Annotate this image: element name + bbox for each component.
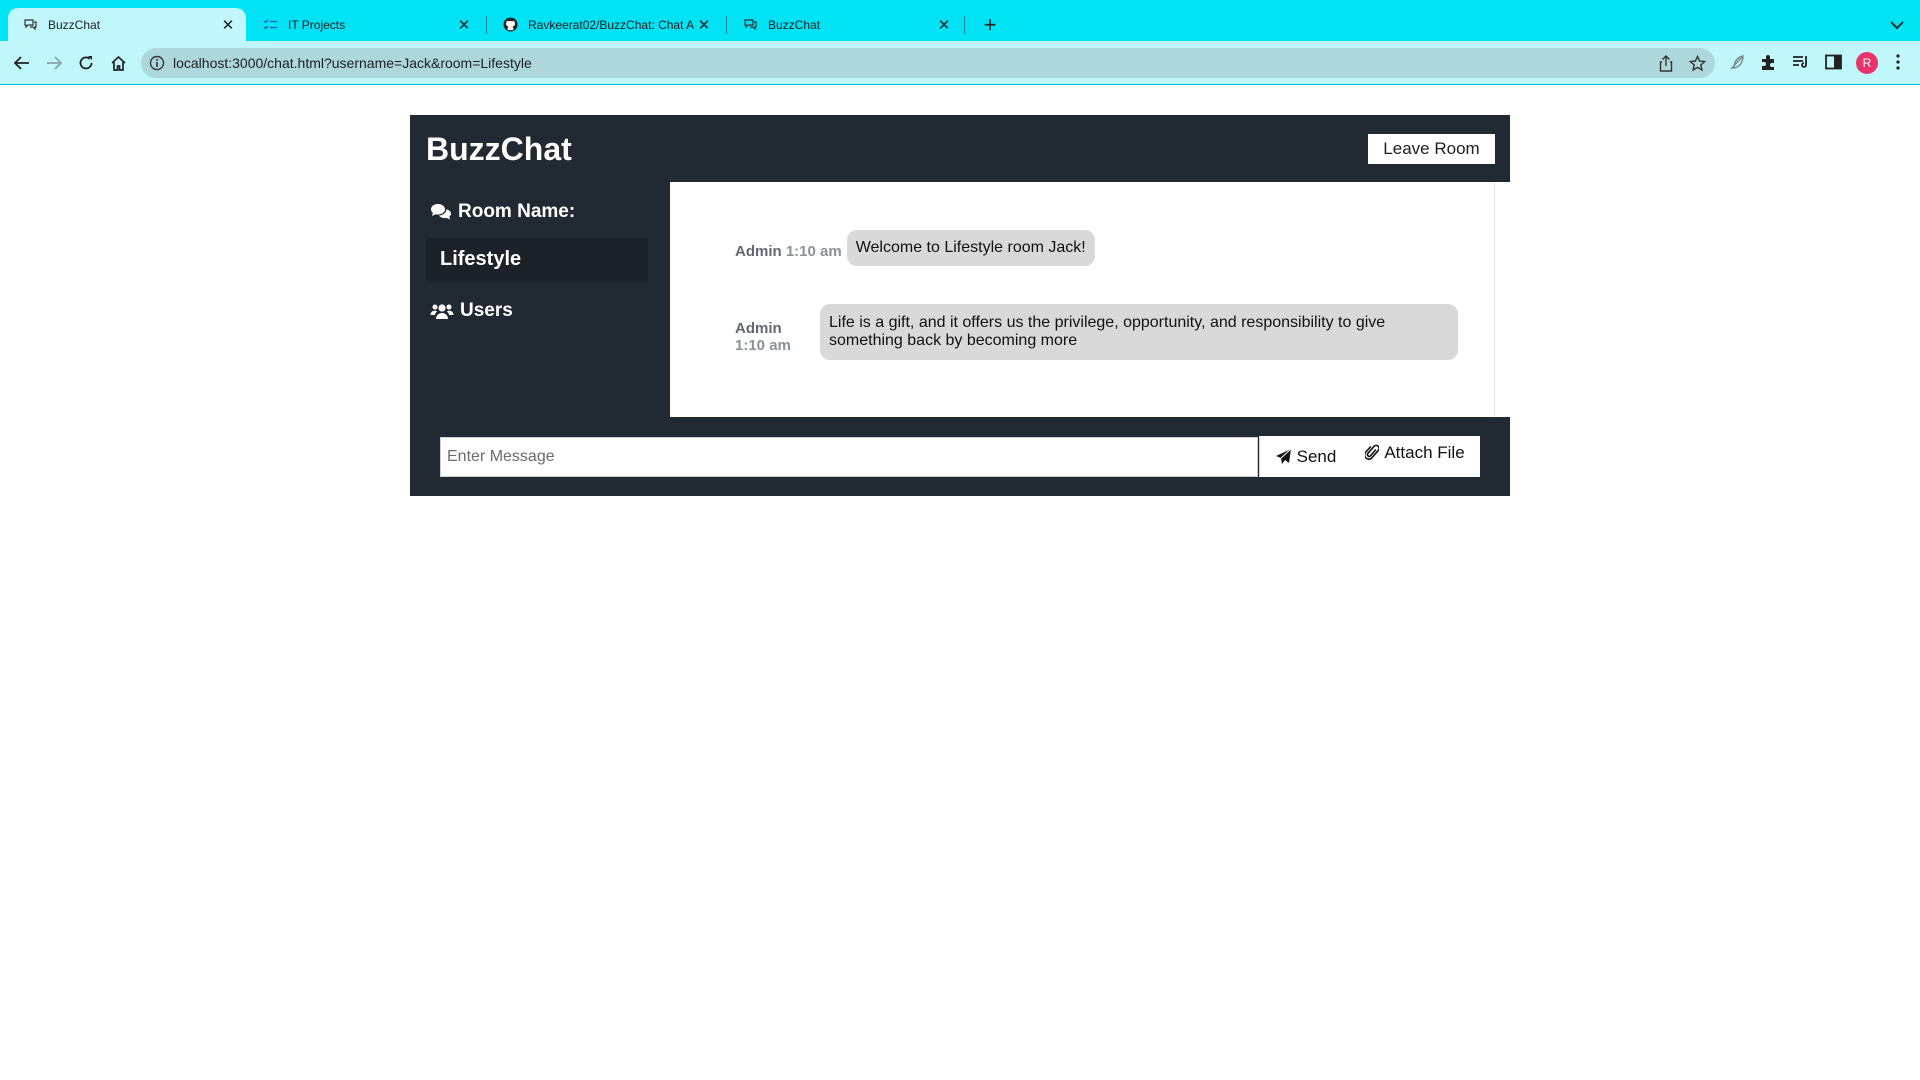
chat-favicon-icon <box>742 17 758 33</box>
tab-github[interactable]: Ravkeerat02/BuzzChat: Chat A ✕ <box>488 8 722 41</box>
tab-separator <box>486 16 487 34</box>
github-favicon-icon <box>502 17 518 33</box>
message-input[interactable] <box>440 437 1258 477</box>
tab-title: BuzzChat <box>768 17 821 32</box>
close-tab-icon[interactable]: ✕ <box>218 15 238 35</box>
users-heading-label: Users <box>460 300 513 321</box>
comments-icon <box>431 204 451 220</box>
messages-scrollbar[interactable] <box>1494 182 1510 417</box>
tab-buzzchat-2[interactable]: BuzzChat ✕ <box>728 8 962 41</box>
users-heading: Users <box>430 300 513 322</box>
site-info-icon[interactable] <box>149 55 165 71</box>
room-heading-label: Room Name: <box>458 201 576 222</box>
browser-toolbar: localhost:3000/chat.html?username=Jack&r… <box>0 41 1920 85</box>
more-menu-icon[interactable] <box>1887 51 1909 73</box>
browser-tab-strip: BuzzChat ✕ IT Projects ✕ Ravkeerat02/Buz… <box>0 0 1920 41</box>
send-button[interactable]: Send <box>1259 436 1351 477</box>
current-room-name: Lifestyle <box>426 238 648 281</box>
message-form: Send Attach File <box>410 417 1510 496</box>
message-user: Admin <box>735 243 782 260</box>
message-bubble: Life is a gift, and it offers us the pri… <box>820 304 1458 360</box>
address-url: localhost:3000/chat.html?username=Jack&r… <box>173 55 532 71</box>
tab-title: BuzzChat <box>48 17 101 32</box>
tab-search-chevron-icon[interactable] <box>1884 12 1910 38</box>
tab-separator <box>964 16 965 34</box>
share-icon[interactable] <box>1658 55 1676 73</box>
message-user: Admin <box>735 320 782 337</box>
leave-room-button[interactable]: Leave Room <box>1368 134 1495 164</box>
paperclip-icon <box>1365 444 1380 460</box>
room-name-heading: Room Name: <box>430 201 575 223</box>
forward-arrow-icon[interactable] <box>40 49 68 77</box>
back-arrow-icon[interactable] <box>8 49 36 77</box>
paper-plane-icon <box>1275 448 1291 464</box>
bookmark-star-icon[interactable] <box>1688 54 1707 73</box>
message-time: 1:10 am <box>735 337 791 354</box>
attach-label: Attach File <box>1384 442 1465 462</box>
chat-sidebar: Room Name: Lifestyle Users <box>410 182 670 417</box>
reload-icon[interactable] <box>72 49 100 77</box>
attach-file-button[interactable]: Attach File <box>1351 437 1479 477</box>
message-meta: Admin 1:10 am <box>735 304 815 354</box>
checklist-favicon-icon <box>262 17 278 33</box>
close-tab-icon[interactable]: ✕ <box>694 15 714 35</box>
message-bubble: Welcome to Lifestyle room Jack! <box>846 230 1095 266</box>
send-label: Send <box>1296 446 1337 466</box>
tab-title: Ravkeerat02/BuzzChat: Chat A <box>528 17 694 32</box>
users-icon <box>430 303 454 319</box>
chat-container: BuzzChat Leave Room Room Name: Lifestyle… <box>410 115 1510 496</box>
chat-messages: Admin 1:10 am Welcome to Lifestyle room … <box>670 182 1494 417</box>
message-meta: Admin 1:10 am <box>735 230 842 260</box>
chat-header: BuzzChat Leave Room <box>410 115 1510 182</box>
tab-separator <box>726 16 727 34</box>
close-tab-icon[interactable]: ✕ <box>934 15 954 35</box>
tab-title: IT Projects <box>288 17 346 32</box>
message-actions: Send Attach File <box>1259 436 1480 477</box>
chat-favicon-icon <box>22 17 38 33</box>
close-tab-icon[interactable]: ✕ <box>454 15 474 35</box>
chat-message: Admin 1:10 am Welcome to Lifestyle room … <box>735 230 1095 266</box>
tab-it-projects[interactable]: IT Projects ✕ <box>248 8 482 41</box>
reading-list-icon[interactable] <box>1790 51 1812 73</box>
app-brand-title: BuzzChat <box>426 131 572 167</box>
tab-buzzchat[interactable]: BuzzChat ✕ <box>8 8 246 41</box>
extension-feather-icon[interactable] <box>1726 51 1748 73</box>
new-tab-plus-icon[interactable]: + <box>977 12 1003 38</box>
message-time: 1:10 am <box>785 243 842 260</box>
extensions-puzzle-icon[interactable] <box>1758 51 1780 73</box>
profile-avatar[interactable]: R <box>1856 52 1878 74</box>
home-icon[interactable] <box>104 49 132 77</box>
address-bar[interactable]: localhost:3000/chat.html?username=Jack&r… <box>141 48 1715 78</box>
chat-message: Admin 1:10 am Life is a gift, and it off… <box>735 304 1458 360</box>
side-panel-icon[interactable] <box>1822 51 1844 73</box>
